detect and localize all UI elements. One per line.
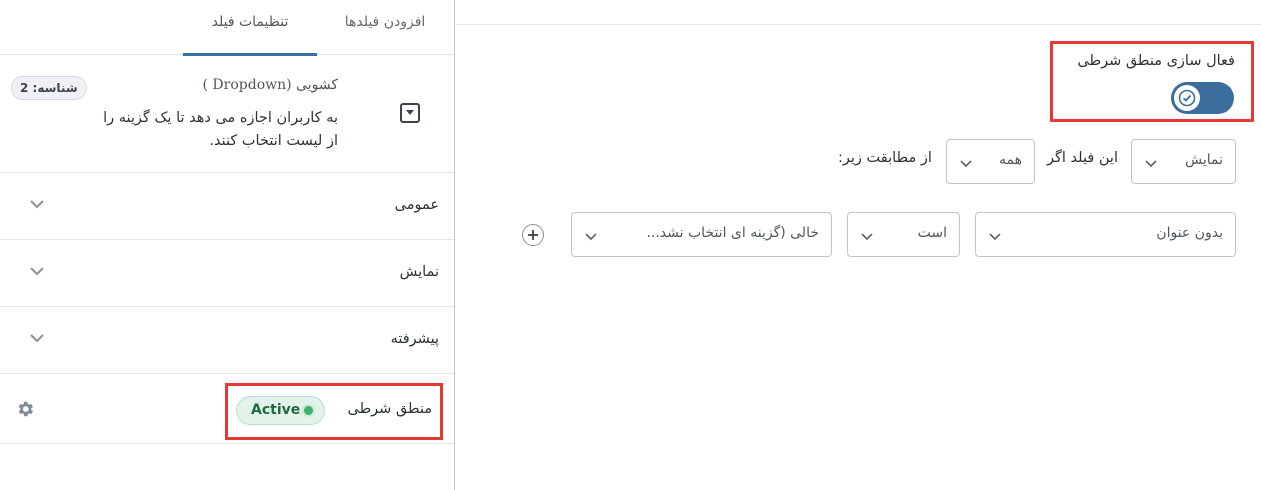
match-select-value: همه	[999, 152, 1022, 168]
rule-value-select[interactable]: خالی (گزینه ای انتخاب نشد...	[571, 212, 832, 257]
chevron-down-icon	[30, 334, 44, 343]
toggle-knob	[1174, 85, 1200, 111]
match-select[interactable]: همه	[946, 139, 1035, 184]
chevron-down-icon	[1145, 160, 1157, 168]
field-info-card: شناسه: 2 کشویی (Dropdown ) به کاربران اج…	[0, 55, 454, 173]
rule-field-value: بدون عنوان	[1156, 225, 1223, 241]
section-general-label: عمومی	[394, 197, 439, 213]
conditional-logic-toggle[interactable]	[1171, 82, 1234, 114]
rule-operator-value: است	[917, 225, 947, 241]
field-type-label: کشویی (Dropdown )	[202, 77, 339, 93]
tab-field-settings[interactable]: تنظیمات فیلد	[183, 0, 317, 56]
tab-add-fields[interactable]: افزودن فیلدها	[317, 0, 453, 55]
add-rule-button[interactable]	[522, 224, 544, 246]
rule-operator-select[interactable]: است	[847, 212, 960, 257]
rule-field-select[interactable]: بدون عنوان	[975, 212, 1236, 257]
dropdown-field-icon	[400, 103, 420, 123]
divider	[456, 24, 1261, 25]
chevron-down-icon	[30, 267, 44, 276]
panel-tabs: تنظیمات فیلد افزودن فیلدها	[0, 0, 454, 56]
chevron-down-icon	[989, 233, 1001, 241]
action-select-value: نمایش	[1184, 152, 1223, 168]
section-display-label: نمایش	[399, 264, 439, 280]
section-display[interactable]: نمایش	[0, 240, 454, 307]
status-badge-label: Active	[251, 402, 301, 418]
match-text: از مطابقت زیر:	[838, 150, 932, 166]
field-description: به کاربران اجازه می دهد تا یک گزینه را ا…	[103, 110, 338, 149]
section-advanced-label: پیشرفته	[390, 331, 439, 347]
section-advanced[interactable]: پیشرفته	[0, 307, 454, 374]
check-icon	[1178, 89, 1196, 107]
chevron-down-icon	[960, 160, 972, 168]
if-text: این فیلد اگر	[1047, 150, 1118, 166]
chevron-down-icon	[30, 200, 44, 209]
plus-icon	[528, 230, 538, 240]
status-badge: Active	[236, 396, 325, 425]
field-settings-panel: تنظیمات فیلد افزودن فیلدها شناسه: 2 کشوی…	[0, 0, 455, 490]
gear-icon[interactable]	[15, 399, 35, 419]
status-dot-icon	[304, 406, 313, 415]
section-general[interactable]: عمومی	[0, 173, 454, 240]
enable-logic-label: فعال سازی منطق شرطی	[1077, 53, 1235, 69]
chevron-down-icon	[861, 233, 873, 241]
field-id-badge: شناسه: 2	[11, 76, 87, 100]
chevron-down-icon	[585, 233, 597, 241]
conditional-logic-label: منطق شرطی	[347, 401, 432, 417]
rule-value-value: خالی (گزینه ای انتخاب نشد...	[646, 225, 819, 241]
action-select[interactable]: نمایش	[1131, 139, 1236, 184]
section-conditional-logic[interactable]: منطق شرطی	[0, 374, 454, 444]
